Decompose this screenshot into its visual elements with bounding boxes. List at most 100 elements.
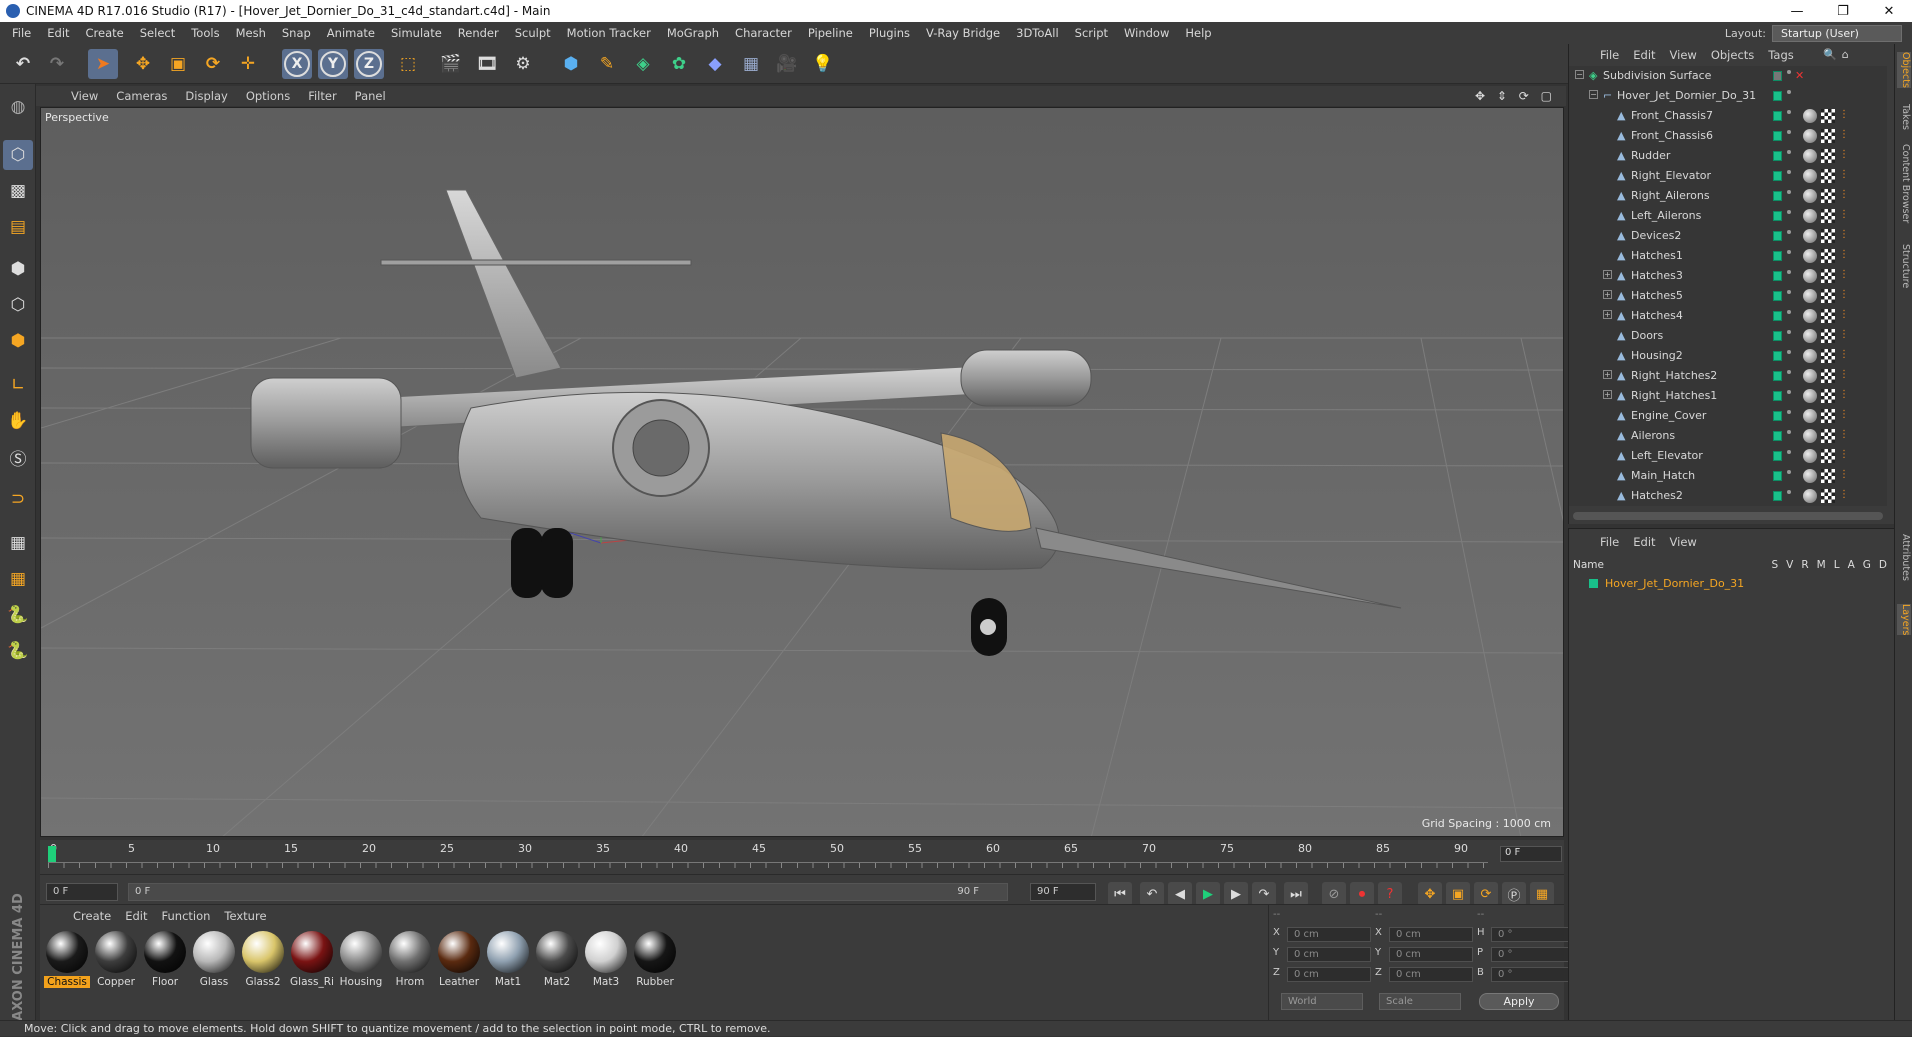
position-y-field[interactable]: 0 cm <box>1287 947 1371 962</box>
visibility-dot-icon[interactable] <box>1787 410 1791 414</box>
side-tab-content-browser[interactable]: Content Browser <box>1897 144 1911 223</box>
material-tag-icon[interactable] <box>1803 109 1817 123</box>
visibility-dot-icon[interactable] <box>1787 250 1791 254</box>
material-swatch[interactable]: Housing <box>338 929 384 991</box>
phong-tag-icon[interactable]: ⋮ <box>1839 349 1849 361</box>
layer-color-icon[interactable] <box>1773 431 1782 441</box>
layer-color-icon[interactable] <box>1773 331 1782 341</box>
visibility-dot-icon[interactable] <box>1787 210 1791 214</box>
object-row[interactable]: ▲ Engine_Cover ⋮ <box>1569 406 1885 426</box>
texture-tag-icon[interactable] <box>1821 169 1835 183</box>
phong-tag-icon[interactable]: ⋮ <box>1839 409 1849 421</box>
material-tag-icon[interactable] <box>1803 189 1817 203</box>
phong-tag-icon[interactable]: ⋮ <box>1839 269 1849 281</box>
layers-menu-edit[interactable]: Edit <box>1626 535 1662 549</box>
menu-script[interactable]: Script <box>1067 26 1116 40</box>
material-menu-function[interactable]: Function <box>155 909 218 923</box>
expand-toggle-icon[interactable]: − <box>1575 70 1584 79</box>
visibility-dot-icon[interactable] <box>1787 150 1791 154</box>
x-axis-icon[interactable]: X <box>282 49 312 79</box>
visibility-dot-icon[interactable] <box>1787 490 1791 494</box>
material-menu-create[interactable]: Create <box>66 909 118 923</box>
menu-create[interactable]: Create <box>78 26 132 40</box>
next-frame-icon[interactable]: ▶ <box>1224 882 1248 906</box>
material-tag-icon[interactable] <box>1803 449 1817 463</box>
light-icon[interactable]: 💡 <box>808 49 838 79</box>
object-row[interactable]: ▲ Rudder ⋮ <box>1569 146 1885 166</box>
play-icon[interactable]: ▶ <box>1196 882 1220 906</box>
menu-mesh[interactable]: Mesh <box>228 26 274 40</box>
size-y-field[interactable]: 0 cm <box>1389 947 1473 962</box>
texture-tag-icon[interactable] <box>1821 429 1835 443</box>
texture-tag-icon[interactable] <box>1821 229 1835 243</box>
material-swatch[interactable]: Hrom <box>387 929 433 991</box>
viewport-menu-filter[interactable]: Filter <box>299 89 345 103</box>
objects-menu-objects[interactable]: Objects <box>1704 48 1761 62</box>
phong-tag-icon[interactable]: ⋮ <box>1839 209 1849 221</box>
move-icon[interactable]: ✥ <box>128 49 158 79</box>
visibility-dot-icon[interactable] <box>1787 470 1791 474</box>
material-tag-icon[interactable] <box>1803 149 1817 163</box>
phong-tag-icon[interactable]: ⋮ <box>1839 169 1849 181</box>
object-row[interactable]: ▲ Main_Hatch ⋮ <box>1569 466 1885 486</box>
menu-plugins[interactable]: Plugins <box>861 26 918 40</box>
phong-tag-icon[interactable]: ⋮ <box>1839 129 1849 141</box>
side-tab-takes[interactable]: Takes <box>1897 104 1911 130</box>
coordinate-system-icon[interactable]: ⬚ <box>393 49 423 79</box>
timeline-ruler[interactable]: 0 5 10 15 20 25 30 35 40 45 50 55 60 65 … <box>40 840 1564 874</box>
render-view-icon[interactable]: 🎬 <box>436 49 466 79</box>
layer-color-icon[interactable] <box>1773 491 1782 501</box>
layout-select[interactable]: Startup (User) <box>1772 24 1902 42</box>
autokey-icon[interactable]: ⏺ <box>1350 882 1374 906</box>
expand-toggle-icon[interactable]: − <box>1589 90 1598 99</box>
object-row[interactable]: ▲ Hatches2 ⋮ <box>1569 486 1885 506</box>
snapping-icon[interactable]: ⊃ <box>3 484 33 514</box>
menu-file[interactable]: File <box>4 26 39 40</box>
phong-tag-icon[interactable]: ⋮ <box>1839 309 1849 321</box>
model-mode-icon[interactable]: ⬡ <box>3 140 33 170</box>
menu-sculpt[interactable]: Sculpt <box>507 26 559 40</box>
menu-select[interactable]: Select <box>132 26 183 40</box>
layer-color-icon[interactable] <box>1773 291 1782 301</box>
material-tag-icon[interactable] <box>1803 209 1817 223</box>
texture-tag-icon[interactable] <box>1821 309 1835 323</box>
workplane-icon[interactable]: ▤ <box>3 212 33 242</box>
visibility-dot-icon[interactable] <box>1787 330 1791 334</box>
layer-color-icon[interactable] <box>1773 271 1782 281</box>
expand-toggle-icon[interactable]: + <box>1603 390 1612 399</box>
layer-color-icon[interactable] <box>1773 71 1782 81</box>
texture-tag-icon[interactable] <box>1821 289 1835 303</box>
rotation-h-field[interactable]: 0 ° <box>1491 927 1575 942</box>
go-to-end-icon[interactable]: ⏭ <box>1284 882 1308 906</box>
material-swatch[interactable]: Mat2 <box>534 929 580 991</box>
key-parameter-icon[interactable]: Ⓟ <box>1502 882 1526 906</box>
layer-color-icon[interactable] <box>1773 151 1782 161</box>
visibility-dot-icon[interactable] <box>1787 90 1791 94</box>
visibility-dot-icon[interactable] <box>1787 130 1791 134</box>
visibility-dot-icon[interactable] <box>1787 230 1791 234</box>
playhead[interactable] <box>48 846 56 862</box>
menu-tools[interactable]: Tools <box>183 26 227 40</box>
side-tab-objects[interactable]: Objects <box>1897 52 1911 88</box>
visibility-dot-icon[interactable] <box>1787 310 1791 314</box>
menu-animate[interactable]: Animate <box>319 26 383 40</box>
edges-mode-icon[interactable]: ⬡ <box>3 290 33 320</box>
keyframe-selection-icon[interactable]: ? <box>1378 882 1402 906</box>
key-position-icon[interactable]: ✥ <box>1418 882 1442 906</box>
menu-pipeline[interactable]: Pipeline <box>800 26 861 40</box>
expand-toggle-icon[interactable]: + <box>1603 370 1612 379</box>
y-axis-icon[interactable]: Y <box>318 49 348 79</box>
layers-menu-file[interactable]: File <box>1593 535 1626 549</box>
rotation-p-field[interactable]: 0 ° <box>1491 947 1575 962</box>
material-tag-icon[interactable] <box>1803 489 1817 503</box>
layer-color-icon[interactable] <box>1773 211 1782 221</box>
axis-mode-icon[interactable]: ∟ <box>3 370 33 400</box>
material-swatch[interactable]: Glass2 <box>240 929 286 991</box>
side-tab-attributes[interactable]: Attributes <box>1897 534 1911 581</box>
material-menu-texture[interactable]: Texture <box>217 909 273 923</box>
visibility-dot-icon[interactable] <box>1787 290 1791 294</box>
z-axis-icon[interactable]: Z <box>354 49 384 79</box>
object-row[interactable]: ▲ Right_Ailerons ⋮ <box>1569 186 1885 206</box>
texture-tag-icon[interactable] <box>1821 489 1835 503</box>
menu-motion-tracker[interactable]: Motion Tracker <box>559 26 659 40</box>
